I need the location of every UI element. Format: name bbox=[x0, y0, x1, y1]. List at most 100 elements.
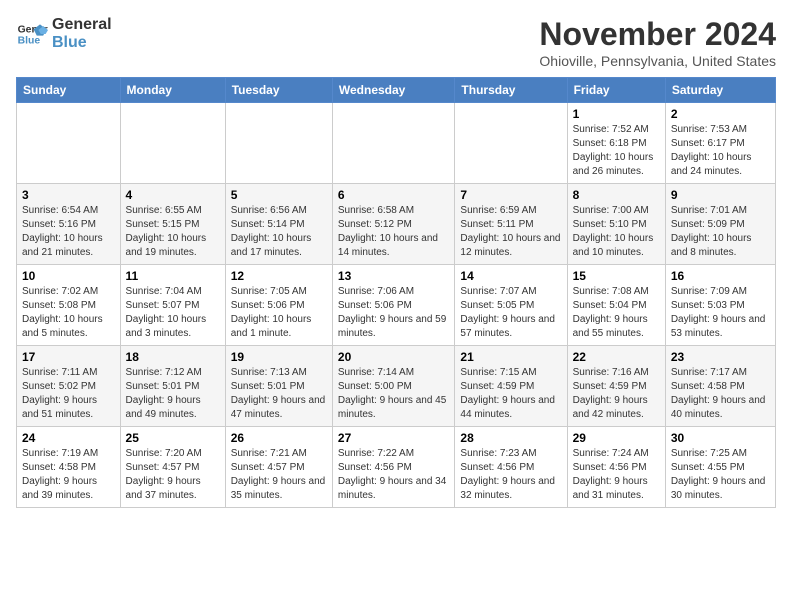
day-number: 3 bbox=[22, 188, 115, 202]
weekday-header-wednesday: Wednesday bbox=[332, 78, 455, 103]
day-info: Sunrise: 7:13 AM Sunset: 5:01 PM Dayligh… bbox=[231, 366, 327, 422]
day-number: 30 bbox=[671, 431, 770, 445]
calendar-table: SundayMondayTuesdayWednesdayThursdayFrid… bbox=[16, 77, 776, 508]
day-info: Sunrise: 7:14 AM Sunset: 5:00 PM Dayligh… bbox=[338, 366, 450, 422]
day-number: 23 bbox=[671, 350, 770, 364]
calendar-cell: 23Sunrise: 7:17 AM Sunset: 4:58 PM Dayli… bbox=[665, 346, 775, 427]
day-info: Sunrise: 7:21 AM Sunset: 4:57 PM Dayligh… bbox=[231, 447, 327, 503]
calendar-cell: 5 Sunrise: 6:56 AM Sunset: 5:14 PM Daylig… bbox=[225, 184, 332, 265]
day-info: Sunrise: 7:05 AM Sunset: 5:06 PM Dayligh… bbox=[231, 285, 327, 341]
calendar-cell: 25 Sunrise: 7:20 AM Sunset: 4:57 PM Dayli… bbox=[120, 427, 225, 508]
day-info: Sunrise: 6:54 AM Sunset: 5:16 PM Dayligh… bbox=[22, 204, 115, 260]
calendar-cell: 27 Sunrise: 7:22 AM Sunset: 4:56 PM Dayli… bbox=[332, 427, 455, 508]
day-number: 10 bbox=[22, 269, 115, 283]
calendar-cell: 30 Sunrise: 7:25 AM Sunset: 4:55 PM Dayli… bbox=[665, 427, 775, 508]
calendar-cell bbox=[225, 103, 332, 184]
day-number: 18 bbox=[126, 350, 220, 364]
day-info: Sunrise: 7:04 AM Sunset: 5:07 PM Dayligh… bbox=[126, 285, 220, 341]
calendar-cell: 4 Sunrise: 6:55 AM Sunset: 5:15 PM Daylig… bbox=[120, 184, 225, 265]
location-title: Ohioville, Pennsylvania, United States bbox=[539, 53, 776, 69]
calendar-cell: 15Sunrise: 7:08 AM Sunset: 5:04 PM Dayli… bbox=[567, 265, 665, 346]
day-number: 25 bbox=[126, 431, 220, 445]
calendar-cell: 20 Sunrise: 7:14 AM Sunset: 5:00 PM Dayli… bbox=[332, 346, 455, 427]
day-number: 20 bbox=[338, 350, 450, 364]
header-area: General Blue General Blue November 2024 … bbox=[16, 16, 776, 69]
day-info: Sunrise: 7:06 AM Sunset: 5:06 PM Dayligh… bbox=[338, 285, 450, 341]
calendar-cell bbox=[17, 103, 121, 184]
day-info: Sunrise: 7:07 AM Sunset: 5:05 PM Dayligh… bbox=[460, 285, 561, 341]
day-number: 27 bbox=[338, 431, 450, 445]
weekday-header-row: SundayMondayTuesdayWednesdayThursdayFrid… bbox=[17, 78, 776, 103]
day-info: Sunrise: 7:23 AM Sunset: 4:56 PM Dayligh… bbox=[460, 447, 561, 503]
day-number: 4 bbox=[126, 188, 220, 202]
calendar-cell: 28Sunrise: 7:23 AM Sunset: 4:56 PM Dayli… bbox=[455, 427, 567, 508]
calendar-cell: 22Sunrise: 7:16 AM Sunset: 4:59 PM Dayli… bbox=[567, 346, 665, 427]
logo-text-line2: Blue bbox=[52, 34, 112, 52]
day-number: 29 bbox=[573, 431, 660, 445]
day-info: Sunrise: 7:24 AM Sunset: 4:56 PM Dayligh… bbox=[573, 447, 660, 503]
week-row-0: 1 Sunrise: 7:52 AM Sunset: 6:18 PM Daylig… bbox=[17, 103, 776, 184]
calendar-cell: 7 Sunrise: 6:59 AM Sunset: 5:11 PM Daylig… bbox=[455, 184, 567, 265]
day-number: 1 bbox=[573, 107, 660, 121]
weekday-header-thursday: Thursday bbox=[455, 78, 567, 103]
svg-text:Blue: Blue bbox=[18, 36, 41, 47]
day-info: Sunrise: 7:01 AM Sunset: 5:09 PM Dayligh… bbox=[671, 204, 770, 260]
week-row-4: 24 Sunrise: 7:19 AM Sunset: 4:58 PM Dayli… bbox=[17, 427, 776, 508]
calendar-cell: 12Sunrise: 7:05 AM Sunset: 5:06 PM Dayli… bbox=[225, 265, 332, 346]
day-number: 13 bbox=[338, 269, 450, 283]
day-info: Sunrise: 7:25 AM Sunset: 4:55 PM Dayligh… bbox=[671, 447, 770, 503]
day-number: 14 bbox=[460, 269, 561, 283]
month-title: November 2024 bbox=[539, 16, 776, 53]
day-info: Sunrise: 7:15 AM Sunset: 4:59 PM Dayligh… bbox=[460, 366, 561, 422]
logo: General Blue General Blue bbox=[16, 16, 112, 52]
day-info: Sunrise: 6:59 AM Sunset: 5:11 PM Dayligh… bbox=[460, 204, 561, 260]
day-number: 16 bbox=[671, 269, 770, 283]
day-number: 17 bbox=[22, 350, 115, 364]
weekday-header-sunday: Sunday bbox=[17, 78, 121, 103]
calendar-cell bbox=[332, 103, 455, 184]
weekday-header-tuesday: Tuesday bbox=[225, 78, 332, 103]
calendar-cell: 8Sunrise: 7:00 AM Sunset: 5:10 PM Daylig… bbox=[567, 184, 665, 265]
day-info: Sunrise: 7:22 AM Sunset: 4:56 PM Dayligh… bbox=[338, 447, 450, 503]
logo-icon: General Blue bbox=[16, 18, 48, 50]
calendar-cell: 19 Sunrise: 7:13 AM Sunset: 5:01 PM Dayli… bbox=[225, 346, 332, 427]
day-number: 24 bbox=[22, 431, 115, 445]
day-number: 11 bbox=[126, 269, 220, 283]
day-number: 22 bbox=[573, 350, 660, 364]
day-number: 5 bbox=[231, 188, 327, 202]
day-info: Sunrise: 7:19 AM Sunset: 4:58 PM Dayligh… bbox=[22, 447, 115, 503]
calendar-cell: 24 Sunrise: 7:19 AM Sunset: 4:58 PM Dayli… bbox=[17, 427, 121, 508]
calendar-cell: 2 Sunrise: 7:53 AM Sunset: 6:17 PM Daylig… bbox=[665, 103, 775, 184]
calendar-cell: 18 Sunrise: 7:12 AM Sunset: 5:01 PM Dayli… bbox=[120, 346, 225, 427]
calendar-cell: 13 Sunrise: 7:06 AM Sunset: 5:06 PM Dayli… bbox=[332, 265, 455, 346]
day-info: Sunrise: 6:56 AM Sunset: 5:14 PM Dayligh… bbox=[231, 204, 327, 260]
day-number: 21 bbox=[460, 350, 561, 364]
weekday-header-saturday: Saturday bbox=[665, 78, 775, 103]
weekday-header-friday: Friday bbox=[567, 78, 665, 103]
day-number: 19 bbox=[231, 350, 327, 364]
day-info: Sunrise: 7:12 AM Sunset: 5:01 PM Dayligh… bbox=[126, 366, 220, 422]
calendar-cell: 6 Sunrise: 6:58 AM Sunset: 5:12 PM Daylig… bbox=[332, 184, 455, 265]
week-row-2: 10Sunrise: 7:02 AM Sunset: 5:08 PM Dayli… bbox=[17, 265, 776, 346]
day-info: Sunrise: 7:52 AM Sunset: 6:18 PM Dayligh… bbox=[573, 123, 660, 179]
calendar-cell bbox=[120, 103, 225, 184]
day-number: 6 bbox=[338, 188, 450, 202]
day-number: 2 bbox=[671, 107, 770, 121]
day-info: Sunrise: 7:20 AM Sunset: 4:57 PM Dayligh… bbox=[126, 447, 220, 503]
day-number: 26 bbox=[231, 431, 327, 445]
logo-text-line1: General bbox=[52, 16, 112, 34]
calendar-cell: 26 Sunrise: 7:21 AM Sunset: 4:57 PM Dayli… bbox=[225, 427, 332, 508]
calendar-cell: 11 Sunrise: 7:04 AM Sunset: 5:07 PM Dayli… bbox=[120, 265, 225, 346]
day-info: Sunrise: 6:55 AM Sunset: 5:15 PM Dayligh… bbox=[126, 204, 220, 260]
day-info: Sunrise: 7:08 AM Sunset: 5:04 PM Dayligh… bbox=[573, 285, 660, 341]
calendar-cell: 10Sunrise: 7:02 AM Sunset: 5:08 PM Dayli… bbox=[17, 265, 121, 346]
day-info: Sunrise: 7:53 AM Sunset: 6:17 PM Dayligh… bbox=[671, 123, 770, 179]
calendar-cell: 14 Sunrise: 7:07 AM Sunset: 5:05 PM Dayli… bbox=[455, 265, 567, 346]
day-info: Sunrise: 6:58 AM Sunset: 5:12 PM Dayligh… bbox=[338, 204, 450, 260]
day-info: Sunrise: 7:09 AM Sunset: 5:03 PM Dayligh… bbox=[671, 285, 770, 341]
calendar-cell: 17Sunrise: 7:11 AM Sunset: 5:02 PM Dayli… bbox=[17, 346, 121, 427]
calendar-cell: 1 Sunrise: 7:52 AM Sunset: 6:18 PM Daylig… bbox=[567, 103, 665, 184]
calendar-cell: 3 Sunrise: 6:54 AM Sunset: 5:16 PM Daylig… bbox=[17, 184, 121, 265]
day-number: 7 bbox=[460, 188, 561, 202]
calendar-cell bbox=[455, 103, 567, 184]
